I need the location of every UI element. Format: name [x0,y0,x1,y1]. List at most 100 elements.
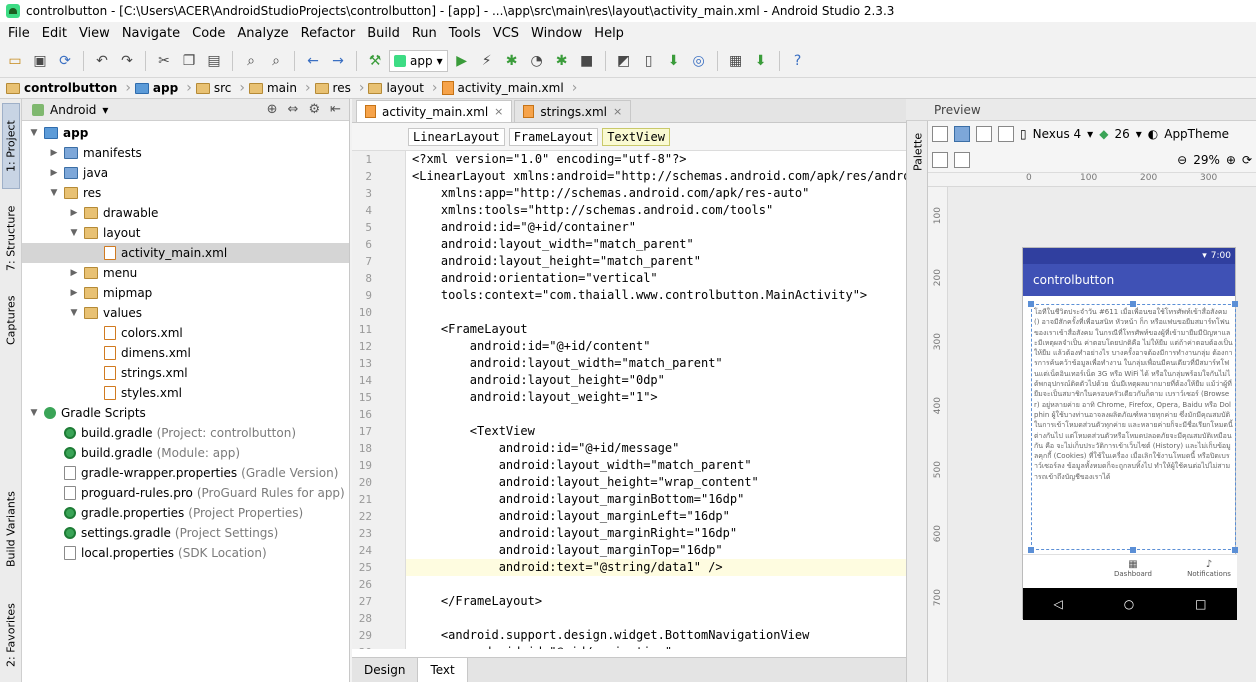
breadcrumb-item[interactable]: src › [195,80,249,96]
resize-handle[interactable] [1028,301,1034,307]
api-select[interactable]: 26 [1114,127,1129,141]
code-line[interactable]: 13 android:layout_width="match_parent" [359,355,906,372]
collapsed-arrow-icon[interactable]: ▶ [68,268,80,278]
code-line[interactable]: 12 android:id="@+id/content" [359,338,906,355]
tree-item[interactable]: settings.gradle (Project Settings) [22,523,349,543]
save-all-icon[interactable]: ▣ [29,50,51,72]
open-folder-icon[interactable]: ▭ [4,50,26,72]
code-line[interactable]: 30 android:id="@+id/navigation" [359,644,906,649]
code-line[interactable]: 3 xmlns:app="http://schemas.android.com/… [365,185,906,202]
tree-item[interactable]: ▶ mipmap [22,283,349,303]
captures-tool-tab[interactable]: Captures [2,287,20,353]
device-preview[interactable]: ▾ 7:00 controlbutton โอทีในชีวิตประจำวัน… [1022,247,1239,620]
home-circle-icon[interactable]: ○ [1124,597,1134,611]
tree-item[interactable]: strings.xml [22,363,349,383]
code-line[interactable]: 24 android:layout_marginTop="16dp" [359,542,906,559]
device-select[interactable]: Nexus 4 [1033,127,1082,141]
tree-item[interactable]: activity_main.xml [22,243,349,263]
tree-item[interactable]: dimens.xml [22,343,349,363]
code-line[interactable]: 26 [359,576,906,593]
code-line[interactable]: 16 [359,406,906,423]
find-icon[interactable]: ⌕ [240,50,262,72]
tree-item[interactable]: ▼ res [22,183,349,203]
menu-refactor[interactable]: Refactor [295,26,362,41]
code-line[interactable]: 14 android:layout_height="0dp" [359,372,906,389]
orientation-icon[interactable] [976,126,992,142]
resize-handle[interactable] [1028,547,1034,553]
code-line[interactable]: 8 android:orientation="vertical" [365,270,906,287]
code-line[interactable]: 23 android:layout_marginRight="16dp" [359,525,906,542]
design-mode-icon[interactable] [932,126,948,142]
cut-icon[interactable]: ✂ [153,50,175,72]
resize-handle[interactable] [1130,301,1136,307]
code-line[interactable]: 19 android:layout_width="match_parent" [359,457,906,474]
help-icon[interactable]: ? [787,50,809,72]
project-structure-icon[interactable]: ▦ [725,50,747,72]
redo-icon[interactable]: ↷ [116,50,138,72]
zoom-in-icon[interactable]: ⊕ [1226,153,1236,167]
paste-icon[interactable]: ▤ [203,50,225,72]
resize-handle[interactable] [1232,301,1238,307]
close-icon[interactable]: × [494,105,503,118]
tree-item[interactable]: gradle-wrapper.properties (Gradle Version… [22,463,349,483]
tree-item[interactable]: ▼ app [22,123,349,143]
tab-strings[interactable]: strings.xml × [514,100,632,122]
code-line[interactable]: 2 <LinearLayout xmlns:android="http://sch… [365,168,906,185]
menu-vcs[interactable]: VCS [487,26,525,41]
chevron-down-icon[interactable]: ▾ [102,103,108,117]
collapse-all-icon[interactable]: ⇔ [288,102,299,117]
breadcrumb-item[interactable]: app › [134,80,196,96]
menu-analyze[interactable]: Analyze [231,26,294,41]
tree-item[interactable]: ▼ layout [22,223,349,243]
build-variants-tool-tab[interactable]: Build Variants [2,485,20,573]
menu-navigate[interactable]: Navigate [116,26,186,41]
replace-icon[interactable]: ⌕ [265,50,287,72]
menu-help[interactable]: Help [588,26,630,41]
code-line[interactable]: 11 <FrameLayout [359,321,906,338]
rotate-icon[interactable] [998,126,1014,142]
resize-handle[interactable] [1130,547,1136,553]
menu-view[interactable]: View [73,26,116,41]
breadcrumb-item[interactable]: res › [314,80,369,96]
code-line[interactable]: 4 xmlns:tools="http://schemas.android.co… [365,202,906,219]
tree-item[interactable]: ▼ Gradle Scripts [22,403,349,423]
undo-icon[interactable]: ↶ [91,50,113,72]
recents-square-icon[interactable]: □ [1195,597,1206,611]
sync-gradle-icon[interactable]: ◩ [613,50,635,72]
breadcrumb-item[interactable]: main › [248,80,315,96]
context-textview[interactable]: TextView [602,127,670,146]
text-tab[interactable]: Text [418,658,468,682]
back-triangle-icon[interactable]: ◁ [1053,597,1062,611]
collapsed-arrow-icon[interactable]: ▶ [68,288,80,298]
code-line[interactable]: 22 android:layout_marginLeft="16dp" [359,508,906,525]
gear-icon[interactable]: ⚙ [308,102,320,117]
forward-icon[interactable]: → [327,50,349,72]
stop-icon[interactable]: ■ [576,50,598,72]
menu-tools[interactable]: Tools [443,26,487,41]
code-line[interactable]: 1 <?xml version="1.0" encoding="utf-8"?> [365,151,906,168]
code-line[interactable]: 10 [359,304,906,321]
run-icon[interactable]: ▶ [451,50,473,72]
code-line[interactable]: 18 android:id="@+id/message" [359,440,906,457]
menu-run[interactable]: Run [406,26,443,41]
menu-code[interactable]: Code [186,26,231,41]
profile-icon[interactable]: ◔ [526,50,548,72]
android-monitor-icon[interactable]: ⬇ [750,50,772,72]
structure-tool-tab[interactable]: 7: Structure [2,195,20,281]
resize-handle[interactable] [1232,547,1238,553]
design-canvas[interactable]: ▾ 7:00 controlbutton โอทีในชีวิตประจำวัน… [948,187,1256,682]
design-tab[interactable]: Design [352,658,419,682]
menu-file[interactable]: File [2,26,36,41]
menu-window[interactable]: Window [525,26,588,41]
code-area[interactable]: 1 <?xml version="1.0" encoding="utf-8"?> 2… [352,151,906,649]
back-icon[interactable]: ← [302,50,324,72]
nav-notifications[interactable]: ♪ Notifications [1179,559,1239,578]
code-line[interactable]: 15 android:layout_weight="1"> [359,389,906,406]
refresh-icon[interactable]: ⟳ [1242,153,1256,167]
expanded-arrow-icon[interactable]: ▼ [28,128,40,138]
collapsed-arrow-icon[interactable]: ▶ [48,168,60,178]
tree-item[interactable]: ▶ java [22,163,349,183]
tree-item[interactable]: ▶ drawable [22,203,349,223]
menu-edit[interactable]: Edit [36,26,73,41]
run-config-select[interactable]: app ▾ [389,50,448,72]
